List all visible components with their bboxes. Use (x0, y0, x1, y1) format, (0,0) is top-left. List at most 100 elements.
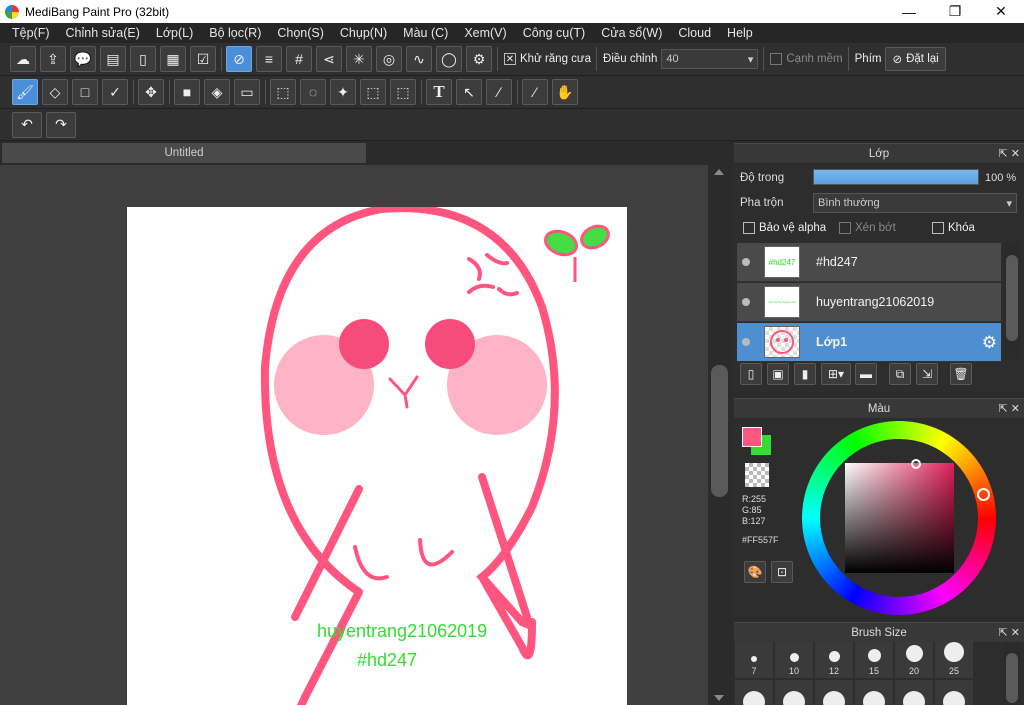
snap-settings-gear-icon[interactable]: ⚙ (466, 46, 492, 72)
select-pen-tool-icon[interactable]: ✓ (102, 79, 128, 105)
brush-size-cell[interactable] (775, 680, 813, 705)
bucket-tool-icon[interactable]: ◈ (204, 79, 230, 105)
blur-tool-icon[interactable]: ∕ (486, 79, 512, 105)
menu-file[interactable]: Tệp(F) (4, 23, 58, 43)
menu-select[interactable]: Chọn(S) (269, 23, 332, 43)
redo-icon[interactable]: ↷ (46, 111, 76, 138)
brush-size-cell[interactable] (815, 680, 853, 705)
brush-tool-icon[interactable]: 🖌 (12, 79, 38, 105)
menu-help[interactable]: Help (719, 23, 761, 43)
reset-button[interactable]: ⊘ Đặt lại (885, 47, 946, 71)
folder-icon[interactable]: ▬ (855, 363, 877, 385)
magic-wand-icon[interactable]: ✦ (330, 79, 356, 105)
blend-mode-select[interactable]: Bình thường ▾ (813, 193, 1017, 213)
layers-scrollbar[interactable] (1003, 243, 1021, 359)
grid-snap-icon[interactable]: # (286, 46, 312, 72)
scroll-down-icon[interactable] (714, 695, 724, 701)
brush-size-cell[interactable]: 10 (775, 642, 813, 678)
eraser-tool-icon[interactable]: ◇ (42, 79, 68, 105)
layer-settings-gear-icon[interactable]: ⚙ (982, 333, 997, 353)
layer-row[interactable]: ~~~~~~ huyentrang21062019 (737, 283, 1001, 322)
menu-capture[interactable]: Chụp(N) (332, 23, 395, 43)
menu-edit[interactable]: Chỉnh sửa(E) (58, 23, 148, 43)
brush-size-cell[interactable] (735, 680, 773, 705)
parallel-snap-icon[interactable]: ≡ (256, 46, 282, 72)
document-tab[interactable]: Untitled (2, 143, 366, 163)
brush-size-cell[interactable]: 12 (815, 642, 853, 678)
brush-size-cell[interactable]: 15 (855, 642, 893, 678)
dot-tool-icon[interactable]: □ (72, 79, 98, 105)
visibility-eye-icon[interactable] (742, 298, 750, 306)
snap-off-icon[interactable]: ⊘ (226, 46, 252, 72)
protect-alpha-checkbox[interactable]: Bảo vệ alpha (743, 222, 826, 234)
move-tool-icon[interactable]: ✥ (138, 79, 164, 105)
select-eraser-icon[interactable]: ⬚ (390, 79, 416, 105)
menu-view[interactable]: Xem(V) (456, 23, 514, 43)
select-pen-icon[interactable]: ⬚ (360, 79, 386, 105)
opacity-slider[interactable] (813, 169, 979, 185)
brush-scrollbar[interactable] (1003, 643, 1021, 705)
fill-rect-tool-icon[interactable]: ■ (174, 79, 200, 105)
layer-row-selected[interactable]: Lớp1 ⚙ (737, 323, 1001, 362)
gradient-tool-icon[interactable]: ▭ (234, 79, 260, 105)
brush-scroll-thumb[interactable] (1006, 653, 1018, 703)
clipping-checkbox[interactable]: Xén bớt (839, 222, 896, 234)
brush-size-cell[interactable] (895, 680, 933, 705)
share-icon[interactable]: ⇪ (40, 46, 66, 72)
new-layer-icon[interactable]: ▯ (740, 363, 762, 385)
antialias-checkbox[interactable]: ✕ Khử răng cưa (504, 53, 591, 65)
brush-size-cell[interactable]: 7 (735, 642, 773, 678)
text-tool-icon[interactable]: T (426, 79, 452, 105)
panel-popout-close-icon[interactable]: ⇱ ✕ (999, 623, 1021, 643)
transparent-color-swatch[interactable] (745, 463, 769, 487)
soft-edge-checkbox[interactable]: Cạnh mềm (770, 53, 843, 65)
sv-picker-handle[interactable] (911, 459, 921, 469)
panel-layout-icon[interactable]: ▦ (160, 46, 186, 72)
brush-size-cell[interactable]: 20 (895, 642, 933, 678)
menu-color[interactable]: Màu (C) (395, 23, 456, 43)
primary-color-swatch[interactable] (742, 427, 762, 447)
canvas-area[interactable]: huyentrang21062019 #hd247 (0, 165, 708, 705)
menu-cloud[interactable]: Cloud (670, 23, 719, 43)
layer-row[interactable]: #hd247 #hd247 (737, 243, 1001, 282)
cloud-icon[interactable]: ☁ (10, 46, 36, 72)
lasso-select-icon[interactable]: ◌ (300, 79, 326, 105)
brush-size-cell[interactable] (855, 680, 893, 705)
layers-scroll-thumb[interactable] (1006, 255, 1018, 341)
scroll-thumb[interactable] (711, 365, 728, 497)
brush-size-cell[interactable] (935, 680, 973, 705)
palette-icon[interactable]: 🎨 (744, 561, 766, 583)
radial-snap-icon[interactable]: ✳ (346, 46, 372, 72)
eyedropper-icon[interactable]: ⁄ (522, 79, 548, 105)
canvas-scrollbar[interactable] (708, 165, 731, 705)
maximize-button[interactable]: ❐ (932, 0, 978, 23)
hue-picker-handle[interactable] (977, 488, 990, 501)
new-halftone-layer-icon[interactable]: ▣ (767, 363, 789, 385)
panel-popout-close-icon[interactable]: ⇱ ✕ (999, 144, 1021, 164)
menu-tools[interactable]: Công cụ(T) (515, 23, 594, 43)
hand-tool-icon[interactable]: ✋ (552, 79, 578, 105)
new-1bit-layer-icon[interactable]: ▮ (794, 363, 816, 385)
operation-tool-icon[interactable]: ↖ (456, 79, 482, 105)
add-layer-menu-icon[interactable]: ⊞▾ (821, 363, 851, 385)
curve-snap-icon[interactable]: ∿ (406, 46, 432, 72)
comment-icon[interactable]: ▤ (100, 46, 126, 72)
menu-layer[interactable]: Lớp(L) (148, 23, 201, 43)
speech-bubble-icon[interactable]: 💬 (70, 46, 96, 72)
adjust-select[interactable]: 40 ▾ (661, 49, 759, 69)
undo-icon[interactable]: ↶ (12, 111, 42, 138)
checklist-icon[interactable]: ☑ (190, 46, 216, 72)
merge-layer-icon[interactable]: ⇲ (916, 363, 938, 385)
brush-size-cell[interactable]: 25 (935, 642, 973, 678)
lock-checkbox[interactable]: Khóa (932, 222, 975, 234)
close-button[interactable]: ✕ (978, 0, 1024, 23)
circle-snap-icon[interactable]: ◎ (376, 46, 402, 72)
rect-select-icon[interactable]: ⬚ (270, 79, 296, 105)
perspective-snap-icon[interactable]: ⋖ (316, 46, 342, 72)
visibility-eye-icon[interactable] (742, 258, 750, 266)
minimize-button[interactable]: — (886, 0, 932, 23)
scroll-up-icon[interactable] (714, 169, 724, 175)
panel-popout-close-icon[interactable]: ⇱ ✕ (999, 399, 1021, 419)
ellipse-snap-icon[interactable]: ◯ (436, 46, 462, 72)
duplicate-layer-icon[interactable]: ⧉ (889, 363, 911, 385)
